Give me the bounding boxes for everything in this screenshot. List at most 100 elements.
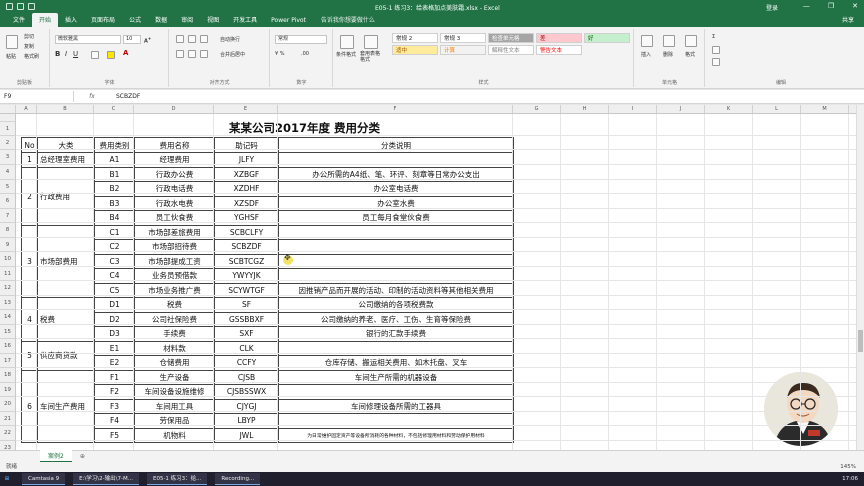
zoom-level[interactable]: 145% bbox=[840, 462, 856, 472]
number-format-select[interactable]: 常规 bbox=[275, 35, 327, 44]
font-size-select[interactable]: 10 bbox=[123, 35, 141, 44]
row-header[interactable]: 23 bbox=[0, 440, 16, 450]
tab-5[interactable]: 数据 bbox=[148, 13, 174, 27]
column-header[interactable]: I bbox=[609, 105, 657, 114]
row-header[interactable]: 14 bbox=[0, 310, 16, 325]
row-header[interactable]: 5 bbox=[0, 179, 16, 194]
delete-icon[interactable] bbox=[663, 35, 675, 47]
row-header[interactable]: 3 bbox=[0, 150, 16, 165]
tab-9[interactable]: Power Pivot bbox=[264, 15, 313, 27]
column-header[interactable]: E bbox=[214, 105, 278, 114]
row-header[interactable]: 21 bbox=[0, 411, 16, 426]
cell-category[interactable]: 供应商货款 bbox=[37, 340, 95, 371]
worksheet-grid[interactable]: 某某公司2017年度 费用分类 No 大类 费用类别 费用名称 助记码 分类说明… bbox=[0, 105, 856, 450]
column-header[interactable]: G bbox=[513, 105, 561, 114]
column-header[interactable]: C bbox=[94, 105, 134, 114]
bold-icon[interactable]: B bbox=[55, 50, 60, 58]
row-header[interactable]: 19 bbox=[0, 382, 16, 397]
tab-4[interactable]: 公式 bbox=[122, 13, 148, 27]
tell-me-input[interactable]: 告诉我你想要做什么 bbox=[321, 15, 375, 27]
row-header[interactable]: 15 bbox=[0, 324, 16, 339]
font-color-icon[interactable]: A bbox=[123, 49, 128, 57]
row-header[interactable]: 9 bbox=[0, 237, 16, 252]
italic-icon[interactable]: I bbox=[65, 50, 67, 58]
cell-style-4[interactable]: 好 bbox=[584, 33, 630, 43]
column-header[interactable]: F bbox=[278, 105, 513, 114]
cell-style-6[interactable]: 计算 bbox=[440, 45, 486, 55]
align-left-icon[interactable] bbox=[176, 50, 184, 58]
tab-6[interactable]: 审阅 bbox=[174, 13, 200, 27]
column-header[interactable]: D bbox=[134, 105, 214, 114]
clear-icon[interactable] bbox=[712, 58, 720, 66]
cell-style-5[interactable]: 适中 bbox=[392, 45, 438, 55]
restore-button[interactable]: ❐ bbox=[828, 2, 834, 10]
row-header[interactable]: 12 bbox=[0, 281, 16, 296]
row-header[interactable]: 18 bbox=[0, 368, 16, 383]
cut-button[interactable]: 剪切 bbox=[24, 33, 34, 40]
copy-button[interactable]: 复制 bbox=[24, 43, 34, 50]
formula-input[interactable]: SCBZDF bbox=[110, 93, 140, 100]
scroll-thumb[interactable] bbox=[858, 330, 863, 352]
cell-style-8[interactable]: 警告文本 bbox=[536, 45, 582, 55]
undo-icon[interactable] bbox=[17, 3, 24, 10]
taskbar-item[interactable]: E05-1 练习3：给... bbox=[146, 473, 208, 485]
row-header[interactable]: 8 bbox=[0, 223, 16, 238]
delete-button[interactable]: 删除 bbox=[663, 51, 673, 58]
share-button[interactable]: 共享 bbox=[842, 15, 854, 24]
row-header[interactable]: 17 bbox=[0, 353, 16, 368]
column-header[interactable]: B bbox=[37, 105, 94, 114]
tab-3[interactable]: 页面布局 bbox=[84, 13, 122, 27]
taskbar-item[interactable]: E:\学习\2-输出\7-M... bbox=[73, 473, 139, 485]
row-header[interactable]: 4 bbox=[0, 165, 16, 180]
login-link[interactable]: 登录 bbox=[766, 3, 778, 12]
row-header[interactable]: 16 bbox=[0, 339, 16, 354]
row-header[interactable]: 22 bbox=[0, 426, 16, 441]
insert-button[interactable]: 插入 bbox=[641, 51, 651, 58]
taskbar-item[interactable]: Camtasia 9 bbox=[22, 473, 66, 485]
format-button[interactable]: 格式 bbox=[685, 51, 695, 58]
paste-icon[interactable] bbox=[6, 35, 18, 49]
currency-icon[interactable]: ¥ % bbox=[275, 51, 285, 57]
row-header[interactable]: 1 bbox=[0, 122, 16, 136]
row-header[interactable]: 20 bbox=[0, 397, 16, 412]
save-icon[interactable] bbox=[6, 3, 13, 10]
align-bottom-icon[interactable] bbox=[200, 35, 208, 43]
row-header[interactable]: 11 bbox=[0, 266, 16, 281]
column-header[interactable]: A bbox=[16, 105, 37, 114]
row-header[interactable]: 10 bbox=[0, 252, 16, 267]
vertical-scrollbar[interactable] bbox=[856, 105, 864, 450]
cell-style-1[interactable]: 常规 3 bbox=[440, 33, 486, 43]
column-header[interactable]: K bbox=[705, 105, 753, 114]
column-header[interactable]: M bbox=[801, 105, 849, 114]
cell-style-3[interactable]: 差 bbox=[536, 33, 582, 43]
tab-2[interactable]: 插入 bbox=[58, 13, 84, 27]
column-header[interactable]: J bbox=[657, 105, 705, 114]
minimize-button[interactable]: — bbox=[803, 2, 810, 10]
decimal-icon[interactable]: .00 bbox=[301, 51, 309, 57]
paste-button[interactable]: 粘贴 bbox=[6, 53, 16, 60]
cell-style-0[interactable]: 常规 2 bbox=[392, 33, 438, 43]
taskbar-item[interactable]: Recording... bbox=[215, 473, 261, 485]
align-center-icon[interactable] bbox=[188, 50, 196, 58]
fill-color-icon[interactable] bbox=[107, 51, 115, 59]
table-format-button[interactable]: 套用表格格式 bbox=[360, 51, 384, 63]
row-header[interactable]: 2 bbox=[0, 136, 16, 150]
tab-0[interactable]: 文件 bbox=[6, 13, 32, 27]
fill-icon[interactable] bbox=[712, 46, 720, 54]
row-header[interactable]: 7 bbox=[0, 208, 16, 223]
function-icon[interactable]: fx bbox=[74, 93, 110, 100]
windows-start-icon[interactable]: ⊞ bbox=[0, 476, 14, 482]
align-right-icon[interactable] bbox=[200, 50, 208, 58]
cell-category[interactable]: 税费 bbox=[37, 297, 95, 342]
column-header[interactable]: L bbox=[753, 105, 801, 114]
tab-8[interactable]: 开发工具 bbox=[226, 13, 264, 27]
grow-font-icon[interactable]: A+ bbox=[144, 36, 151, 45]
underline-icon[interactable]: U bbox=[73, 50, 78, 58]
cell-category[interactable]: 行政费用 bbox=[37, 166, 95, 226]
wrap-text-button[interactable]: 自动换行 bbox=[220, 36, 240, 43]
cell-style-2[interactable]: 检查单元格 bbox=[488, 33, 534, 43]
autosum-icon[interactable]: Σ bbox=[712, 34, 715, 40]
insert-icon[interactable] bbox=[641, 35, 653, 47]
format-icon[interactable] bbox=[685, 35, 697, 47]
font-name-select[interactable]: 微软雅黑 bbox=[55, 35, 121, 44]
